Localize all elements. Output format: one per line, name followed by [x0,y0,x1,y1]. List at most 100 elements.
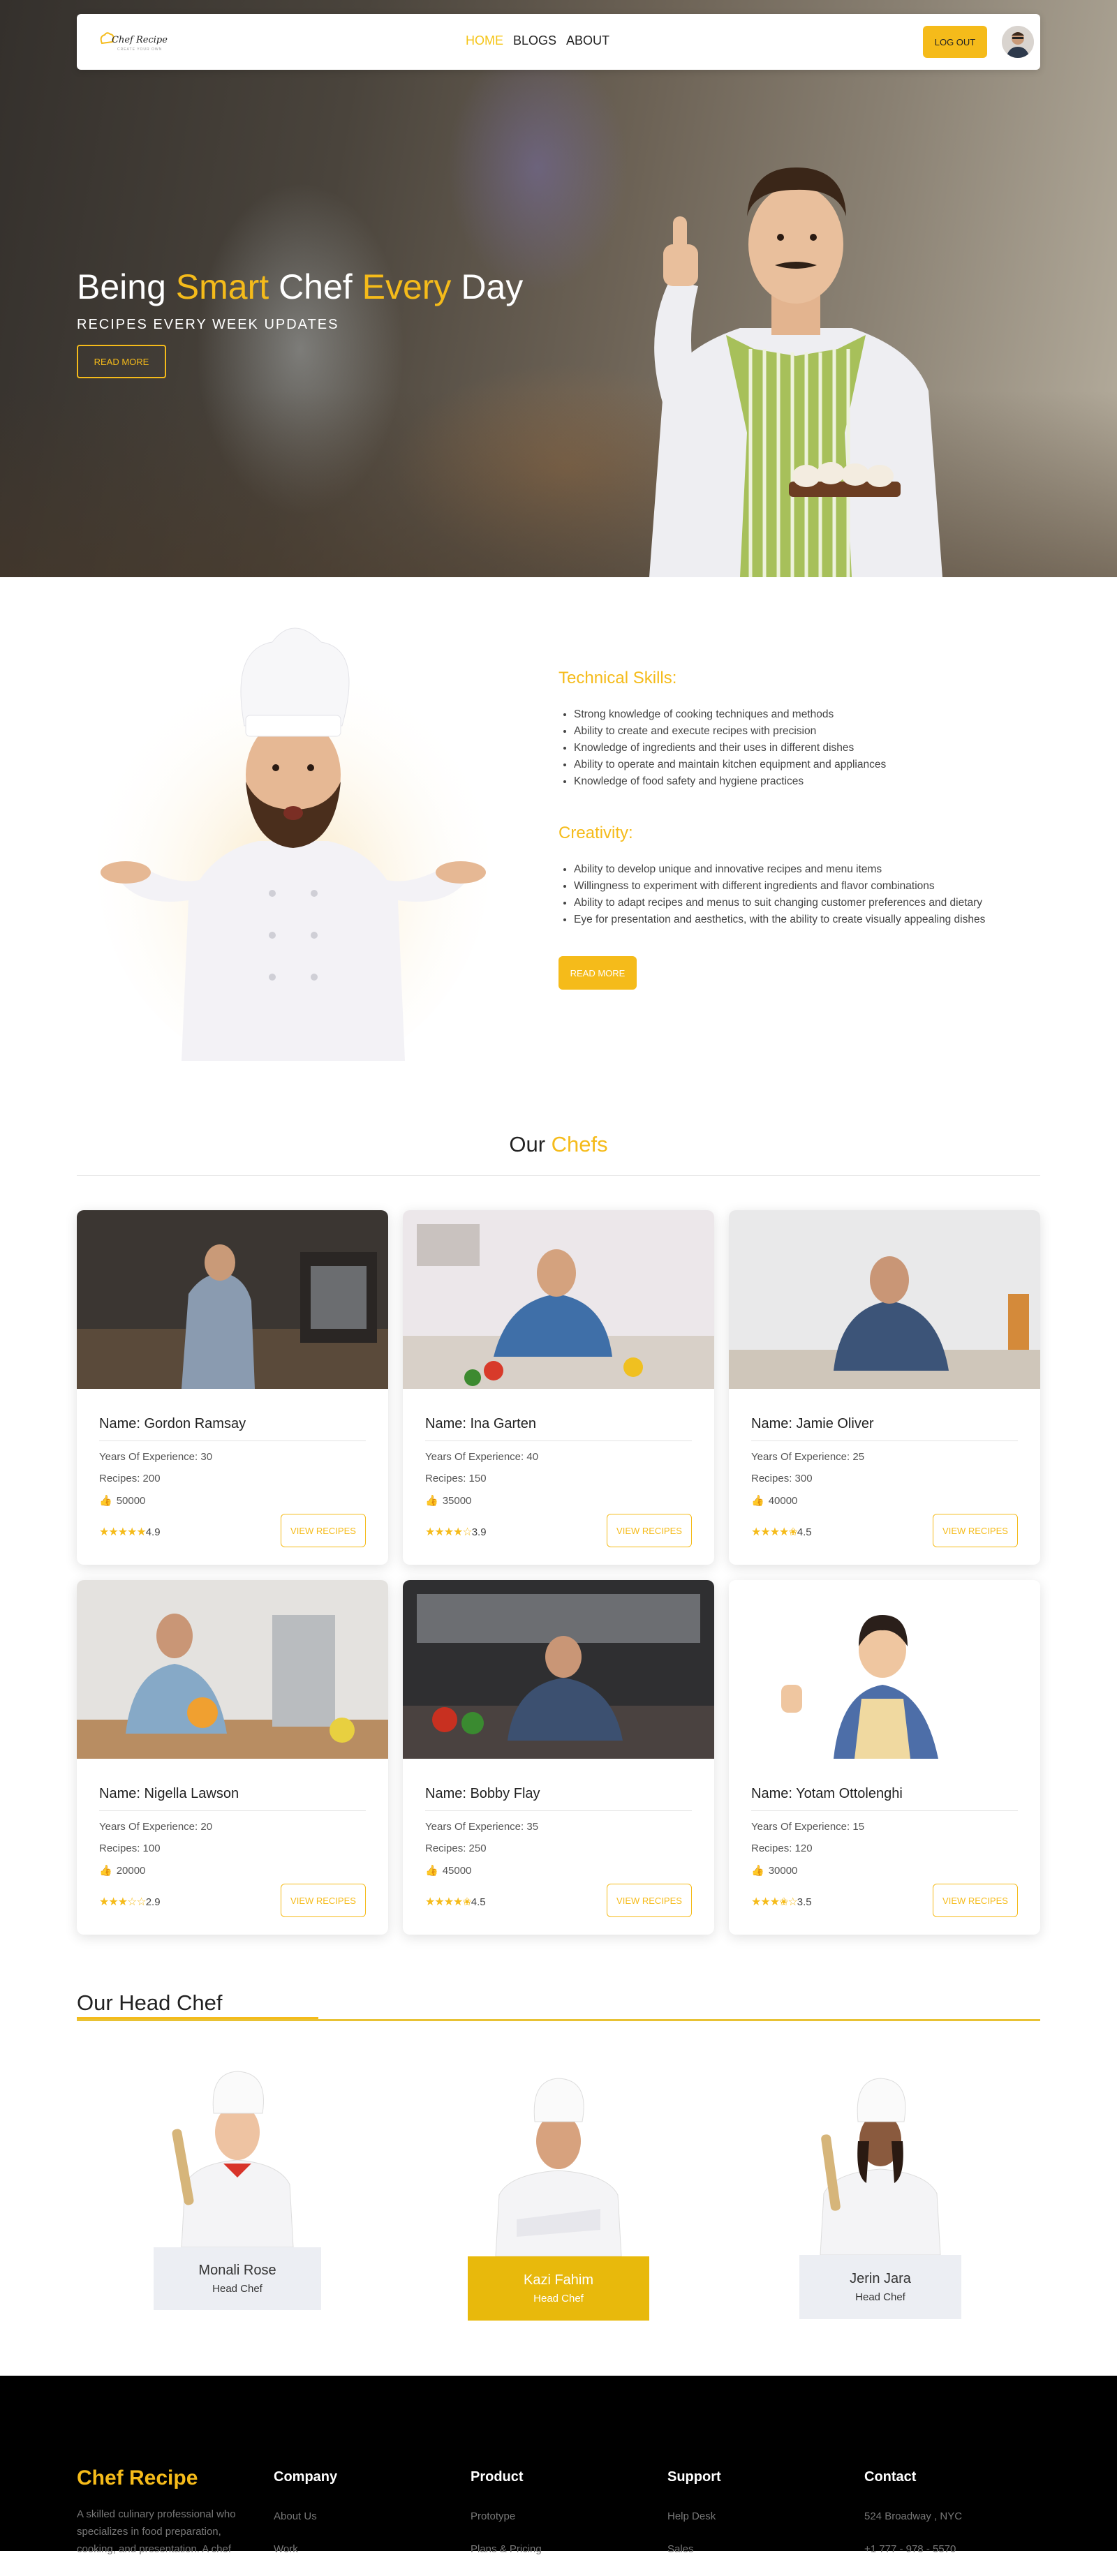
chef-recipes: Recipes: 250 [425,1842,487,1854]
footer-link[interactable]: Help Desk [667,2510,721,2522]
footer-link[interactable]: Sales [667,2543,721,2555]
chef-card: Name: Nigella Lawson Years Of Experience… [77,1580,388,1935]
hero-subtitle: RECIPES EVERY WEEK UPDATES [77,317,339,332]
logo-subtitle: CREATE YOUR OWN [117,47,163,52]
footer-link[interactable]: Prototype [471,2510,542,2522]
likes-count: 40000 [768,1494,798,1507]
footer-column-title: Product [471,2469,524,2485]
list-item: Ability to create and execute recipes wi… [574,723,1047,740]
star-rating-icon: ★★★☆☆ [99,1896,147,1908]
chef-photo [403,1580,714,1759]
chef-card: Name: Gordon Ramsay Years Of Experience:… [77,1210,388,1565]
rating-value: 4.5 [797,1526,812,1538]
head-chef-role: Head Chef [212,2283,262,2295]
site-logo[interactable]: Chef Recipe CREATE YOUR OWN [98,27,188,57]
footer: Chef Recipe A skilled culinary professio… [0,2376,1117,2555]
footer-column-title: Contact [864,2469,917,2485]
head-chef-divider [77,2019,1040,2021]
view-recipes-button[interactable]: VIEW RECIPES [607,1514,692,1547]
chef-portrait-image [98,627,489,1061]
chef-photo [77,1210,388,1389]
nav-links: HOME BLOGS ABOUT [466,33,609,48]
divider [77,1175,1040,1176]
hero-read-more-button[interactable]: READ MORE [77,345,166,378]
chef-experience: Years Of Experience: 40 [425,1451,539,1463]
chef-card-body: Name: Jamie Oliver Years Of Experience: … [729,1392,1040,1565]
footer-column-company: Company About Us Work [274,2469,337,2576]
chef-experience: Years Of Experience: 15 [751,1821,865,1833]
chef-name: Name: Nigella Lawson [99,1786,366,1811]
hero-title: Being Smart Chef Every Day [77,267,523,307]
view-recipes-button[interactable]: VIEW RECIPES [607,1884,692,1917]
hero-title-word: Day [461,267,524,306]
nav-link-home[interactable]: HOME [466,33,503,48]
list-item: Eye for presentation and aesthetics, wit… [574,911,1047,928]
footer-link[interactable]: About Us [274,2510,337,2522]
chef-card-body: Name: Ina Garten Years Of Experience: 40… [403,1392,714,1565]
chef-experience: Years Of Experience: 20 [99,1821,213,1833]
head-chef-photo [495,2078,622,2257]
rating-value: 3.9 [471,1526,487,1538]
likes-count: 50000 [116,1494,146,1507]
chef-rating: ★★★★✬ 4.5 [425,1895,486,1909]
head-chef-label: Kazi Fahim Head Chef [468,2256,649,2321]
head-chef-card: Kazi Fahim Head Chef [468,2059,649,2321]
footer-column-support: Support Help Desk Sales [667,2469,721,2576]
thumbs-up-icon: 👍 [99,1495,112,1507]
chef-card-body: Name: Gordon Ramsay Years Of Experience:… [77,1392,388,1565]
footer-column-contact: Contact 524 Broadway , NYC +1 777 - 978 … [864,2469,962,2576]
list-item: Knowledge of ingredients and their uses … [574,740,1047,757]
chefs-title-highlight: Chefs [551,1132,608,1156]
head-chef-title: Our Head Chef [77,1990,223,2015]
head-chef-card: Jerin Jara Head Chef [799,2057,961,2319]
chef-photo [729,1210,1040,1389]
chef-name: Name: Bobby Flay [425,1786,692,1811]
head-chef-photo [820,2078,941,2256]
chef-rating: ★★★★★ 4.9 [99,1525,161,1539]
view-recipes-button[interactable]: VIEW RECIPES [933,1884,1018,1917]
user-avatar[interactable] [1002,26,1034,58]
view-recipes-button[interactable]: VIEW RECIPES [281,1514,366,1547]
chefs-section-title: Our Chefs [0,1132,1117,1157]
chef-name: Name: Jamie Oliver [751,1416,1018,1441]
logout-button[interactable]: LOG OUT [923,26,987,58]
head-chef-divider-accent [77,2017,318,2019]
likes-count: 35000 [442,1494,472,1507]
likes-count: 45000 [442,1864,472,1877]
chef-experience: Years Of Experience: 30 [99,1451,213,1463]
star-rating-icon: ★★★★★ [99,1526,147,1538]
star-rating-icon: ★★★✬☆ [751,1896,798,1908]
view-recipes-button[interactable]: VIEW RECIPES [281,1884,366,1917]
nav-link-blogs[interactable]: BLOGS [513,33,556,48]
chef-card: Name: Jamie Oliver Years Of Experience: … [729,1210,1040,1565]
hero-title-word: Chef [279,267,353,306]
thumbs-up-icon: 👍 [425,1495,438,1507]
likes-count: 20000 [116,1864,146,1877]
star-rating-icon: ★★★★✬ [751,1526,798,1538]
list-item: Ability to operate and maintain kitchen … [574,757,1047,773]
chef-rating: ★★★★✬ 4.5 [751,1525,812,1539]
footer-column-title: Support [667,2469,721,2485]
chef-name: Name: Yotam Ottolenghi [751,1786,1018,1811]
chef-recipes: Recipes: 300 [751,1473,813,1484]
technical-skills-list: Strong knowledge of cooking techniques a… [558,706,1047,790]
head-chef-name: Jerin Jara [850,2271,911,2286]
list-item: Strong knowledge of cooking techniques a… [574,706,1047,723]
view-recipes-button[interactable]: VIEW RECIPES [933,1514,1018,1547]
head-chef-photo [172,2071,294,2248]
creativity-title: Creativity: [558,824,633,842]
head-chef-role: Head Chef [533,2293,584,2305]
chef-recipes: Recipes: 200 [99,1473,161,1484]
nav-link-about[interactable]: ABOUT [566,33,609,48]
chef-likes: 👍 30000 [751,1864,1018,1877]
head-chef-role: Head Chef [855,2291,905,2303]
technical-skills-title: Technical Skills: [558,669,677,687]
skills-section: Technical Skills: Strong knowledge of co… [558,669,1047,990]
footer-link[interactable]: Work [274,2543,337,2555]
footer-link[interactable]: Plans & Pricing [471,2543,542,2555]
chef-rating: ★★★✬☆ 3.5 [751,1895,812,1909]
skills-read-more-button[interactable]: READ MORE [558,956,637,990]
chef-card-body: Name: Yotam Ottolenghi Years Of Experien… [729,1762,1040,1935]
hero-banner: Chef Recipe CREATE YOUR OWN HOME BLOGS A… [0,0,1117,577]
list-item: Knowledge of food safety and hygiene pra… [574,773,1047,790]
